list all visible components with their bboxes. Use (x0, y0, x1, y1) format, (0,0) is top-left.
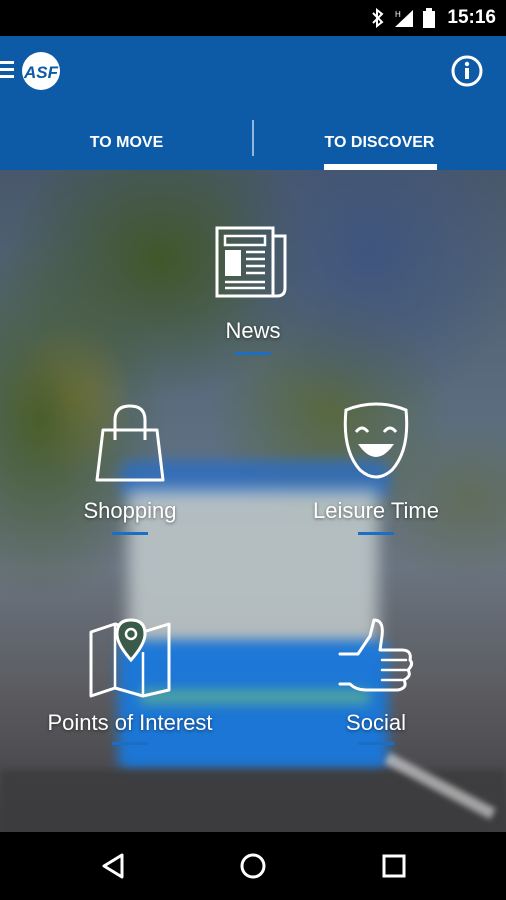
leisure-time-underline (358, 532, 394, 535)
signal-icon: H (395, 10, 414, 27)
bluetooth-icon (372, 8, 384, 28)
tab-divider (252, 120, 254, 156)
back-icon[interactable] (98, 850, 130, 882)
social-label: Social (346, 710, 406, 735)
tab-to-discover[interactable]: TO DISCOVER (253, 116, 506, 170)
points-of-interest-button[interactable]: Points of Interest (30, 616, 230, 745)
status-bar: H 15:16 (0, 0, 506, 36)
tab-to-move[interactable]: TO MOVE (0, 116, 253, 170)
status-time: 15:16 (447, 7, 496, 28)
tab-bar: TO MOVE TO DISCOVER (0, 116, 506, 170)
info-icon[interactable] (450, 54, 484, 88)
app-bar: ASF TO MOVE TO DISCOVER (0, 36, 506, 170)
news-button[interactable]: News (193, 222, 313, 355)
map-pin-icon (89, 618, 171, 698)
theater-mask-icon (343, 402, 409, 479)
discover-content: News Shopping Leisure Time Points of Int… (0, 170, 506, 832)
shopping-button[interactable]: Shopping (60, 402, 200, 535)
svg-text:H: H (395, 10, 401, 19)
leisure-time-label: Leisure Time (313, 498, 439, 523)
svg-text:ASF: ASF (23, 63, 59, 82)
thumbs-up-icon (338, 618, 414, 692)
tab-to-move-label: TO MOVE (89, 134, 164, 151)
shopping-bag-icon (95, 404, 165, 482)
system-nav-bar (0, 832, 506, 900)
hamburger-icon[interactable] (0, 58, 16, 80)
newspaper-icon (215, 226, 287, 298)
asf-logo: ASF (22, 52, 60, 90)
status-icons: H 15:16 (371, 0, 496, 36)
tab-to-discover-label: TO DISCOVER (324, 134, 435, 151)
battery-icon (423, 8, 436, 28)
social-button[interactable]: Social (320, 616, 432, 745)
social-underline (358, 742, 394, 745)
points-of-interest-underline (112, 742, 148, 745)
news-underline (235, 352, 271, 355)
leisure-time-button[interactable]: Leisure Time (296, 400, 456, 535)
shopping-label: Shopping (83, 498, 177, 523)
news-label: News (225, 318, 281, 343)
shopping-underline (112, 532, 148, 535)
home-icon[interactable] (237, 850, 269, 882)
recents-icon[interactable] (378, 850, 410, 882)
points-of-interest-label: Points of Interest (47, 710, 213, 735)
